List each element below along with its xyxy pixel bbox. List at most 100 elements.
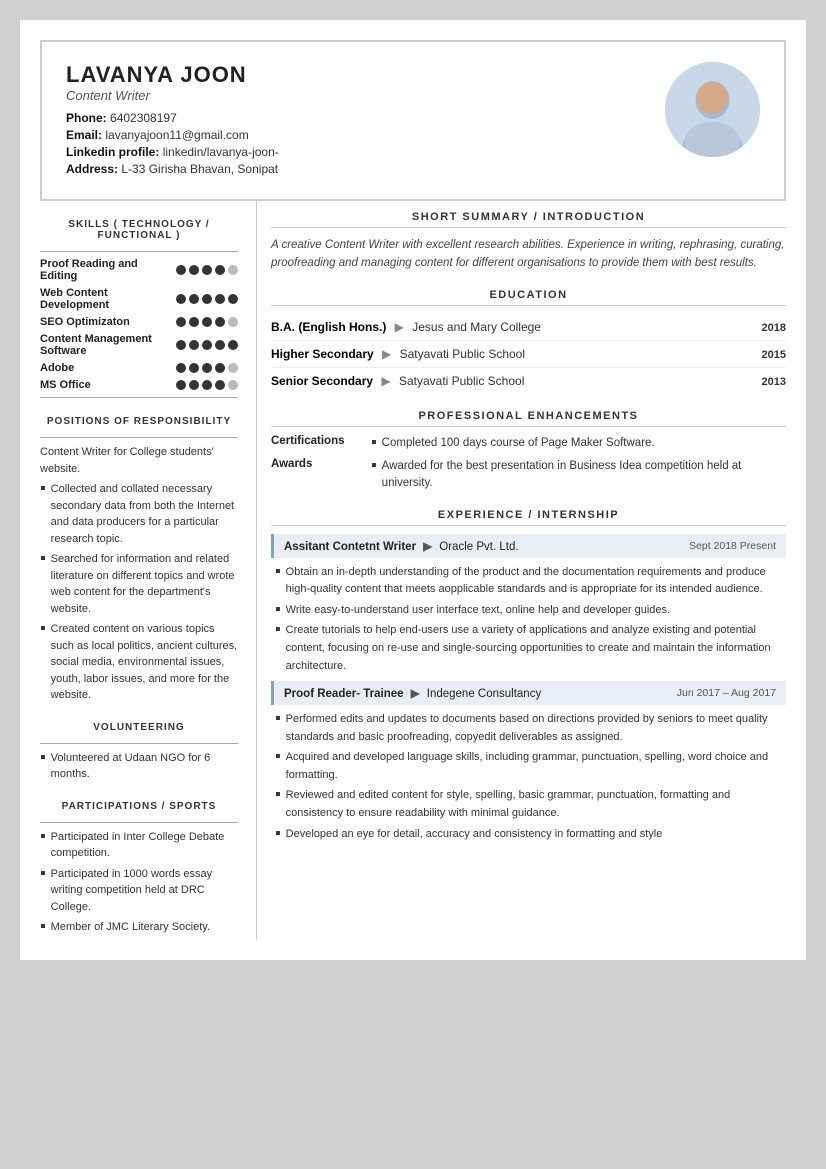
list-item: ▪ Reviewed and edited content for style, … [275,787,786,822]
skill-dot [189,340,199,350]
list-item: ▪Participated in 1000 words essay writin… [40,866,238,916]
item-text: Member of JMC Literary Society. [51,919,210,936]
edu-degree: Senior Secondary [271,374,373,388]
list-item: ▪Member of JMC Literary Society. [40,919,238,936]
bullet-icon: ▪ [275,711,281,727]
email-label: Email: [66,128,102,142]
enhancements-title: PROFESSIONAL ENHANCEMENTS [271,410,786,427]
skill-name: Web Content Development [40,287,172,311]
education-title: EDUCATION [271,289,786,306]
positions-section-title: POSITIONS OF RESPONSIBILITY [40,416,238,427]
item-text: Participated in 1000 words essay writing… [51,866,238,916]
enhancements-list: Certifications▪ Completed 100 days course… [271,435,786,493]
resume-container: LAVANYA JOON Content Writer Phone: 64023… [20,20,806,960]
linkedin-label: Linkedin profile: [66,145,159,159]
skill-dot [176,340,186,350]
skill-dot [202,340,212,350]
skill-dot [189,294,199,304]
skill-dot [215,317,225,327]
exp-arrow-icon: ▶ [420,541,435,553]
skills-list: Proof Reading and EditingWeb Content Dev… [40,258,238,391]
bullet-text: Acquired and developed language skills, … [286,749,786,784]
education-list: B.A. (English Hons.) ▶ Jesus and Mary Co… [271,314,786,394]
candidate-name: LAVANYA JOON [66,62,279,88]
email-value: lavanyajoon11@gmail.com [105,128,248,142]
bullet-text: Reviewed and edited content for style, s… [286,787,786,822]
enhancement-label: Awards [271,458,371,470]
exp-bullets: ▪Performed edits and updates to document… [271,711,786,843]
experience-header: Proof Reader- Trainee ▶ Indegene Consult… [271,681,786,705]
skill-row: MS Office [40,379,238,391]
skill-dot [202,317,212,327]
bullet-icon: ▪ [275,564,281,580]
arrow-icon: ▶ [378,374,394,388]
enhancement-content: ▪Awarded for the best presentation in Bu… [371,458,786,493]
skill-dot [228,363,238,373]
item-text: Created content on various topics such a… [51,621,238,704]
main-content: SHORT SUMMARY / INTRODUCTION A creative … [256,201,786,940]
summary-title: SHORT SUMMARY / INTRODUCTION [271,211,786,228]
bullet-text: Obtain an in-depth understanding of the … [286,564,786,599]
skill-dot [215,265,225,275]
positions-list: ▪Collected and collated necessary second… [40,481,238,704]
candidate-photo [665,62,760,157]
exp-role: Proof Reader- Trainee [284,688,404,700]
skill-row: Web Content Development [40,287,238,311]
skills-section-title: SKILLS ( TECHNOLOGY / FUNCTIONAL ) [40,219,238,241]
bullet-icon: ▪ [275,749,281,765]
experience-title: EXPERIENCE / INTERNSHIP [271,509,786,526]
linkedin-value: linkedin/lavanya-joon- [163,145,279,159]
email-detail: Email: lavanyajoon11@gmail.com [66,128,279,142]
edu-info: Senior Secondary ▶ Satyavati Public Scho… [271,374,524,388]
skill-row: SEO Optimizaton [40,316,238,328]
bullet-icon: ▪ [275,622,281,638]
skill-dot [176,380,186,390]
summary-text: A creative Content Writer with excellent… [271,236,786,273]
skills-divider [40,251,238,252]
education-row: Higher Secondary ▶ Satyavati Public Scho… [271,341,786,368]
bullet-icon: ▪ [275,826,281,842]
phone-detail: Phone: 6402308197 [66,111,279,125]
enhancement-text: Completed 100 days course of Page Maker … [382,435,655,452]
exp-role: Assitant Contetnt Writer [284,541,416,553]
enhancement-label: Certifications [271,435,371,447]
bullet-icon: ▪ [275,787,281,803]
enhancement-row: Awards▪Awarded for the best presentation… [271,458,786,493]
avatar-svg [665,62,760,157]
skill-dots [176,294,238,304]
edu-school: Satyavati Public School [400,347,525,361]
skill-dot [176,363,186,373]
exp-arrow-icon: ▶ [408,688,423,700]
exp-company: Indegene Consultancy [427,688,541,700]
positions-intro: Content Writer for College students' web… [40,444,238,477]
skill-dot [189,265,199,275]
skill-dot [228,317,238,327]
address-value: L-33 Girisha Bhavan, Sonipat [121,162,278,176]
skill-dot [176,294,186,304]
phone-label: Phone: [66,111,107,125]
edu-degree: B.A. (English Hons.) [271,320,386,334]
list-item: ▪Participated in Inter College Debate co… [40,829,238,862]
skill-dot [202,363,212,373]
participations-list: ▪Participated in Inter College Debate co… [40,829,238,936]
list-item: ▪ Create tutorials to help end-users use … [275,622,786,675]
skill-dot [228,294,238,304]
header: LAVANYA JOON Content Writer Phone: 64023… [40,40,786,201]
exp-bullets: ▪ Obtain an in-depth understanding of the… [271,564,786,676]
item-text: Volunteered at Udaan NGO for 6 months. [51,750,238,783]
skill-row: Content Management Software [40,333,238,357]
experience-header: Assitant Contetnt Writer ▶ Oracle Pvt. L… [271,534,786,558]
education-row: B.A. (English Hons.) ▶ Jesus and Mary Co… [271,314,786,341]
arrow-icon: ▶ [391,320,407,334]
bullet-icon: ▪ [40,750,46,766]
skill-dot [176,317,186,327]
skill-dots [176,317,238,327]
exp-date: Sept 2018 Present [689,540,776,552]
bullet-text: Developed an eye for detail, accuracy an… [286,826,663,844]
bullet-icon: ▪ [371,435,377,451]
item-text: Collected and collated necessary seconda… [51,481,238,547]
skill-dots [176,380,238,390]
bullet-text: Create tutorials to help end-users use a… [286,622,786,675]
list-item: ▪ Obtain an in-depth understanding of the… [275,564,786,599]
list-item: ▪Searched for information and related li… [40,551,238,617]
